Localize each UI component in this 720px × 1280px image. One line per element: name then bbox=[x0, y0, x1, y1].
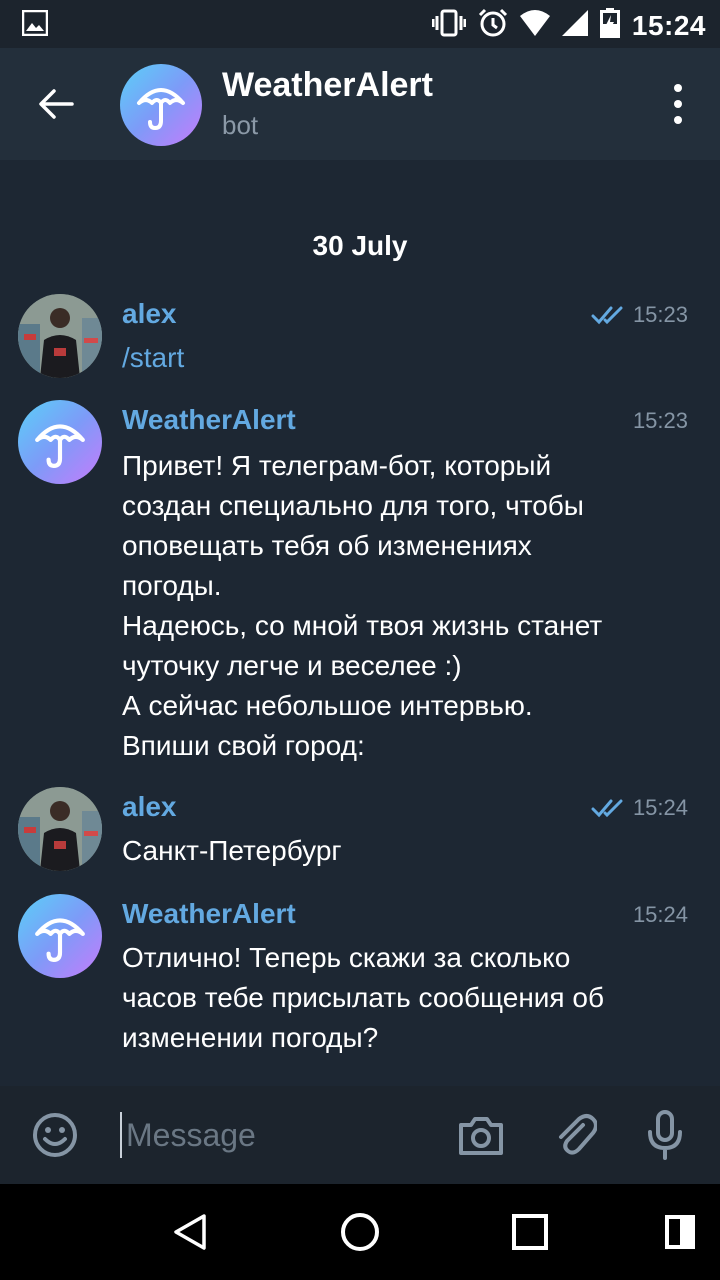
back-triangle-icon[interactable] bbox=[166, 1208, 214, 1256]
vibrate-icon bbox=[431, 9, 467, 42]
bot-avatar[interactable] bbox=[18, 400, 102, 484]
home-circle-icon[interactable] bbox=[336, 1208, 384, 1256]
umbrella-icon bbox=[35, 424, 85, 468]
attach-icon[interactable] bbox=[550, 1110, 600, 1160]
chat-title[interactable]: WeatherAlert bbox=[222, 66, 433, 105]
message-text[interactable]: /start bbox=[122, 338, 682, 378]
bot-avatar[interactable] bbox=[18, 894, 102, 978]
chat-subtitle: bot bbox=[222, 110, 259, 140]
back-arrow-icon bbox=[39, 89, 74, 119]
double-check-icon bbox=[591, 799, 623, 818]
alarm-icon bbox=[478, 8, 508, 43]
status-bar: 15:24 bbox=[0, 0, 720, 48]
umbrella-icon bbox=[137, 88, 185, 131]
camera-icon[interactable] bbox=[456, 1110, 506, 1160]
message-text[interactable]: Санкт-Петербург bbox=[122, 831, 682, 871]
message-text[interactable]: Отлично! Теперь скажи за сколько часов т… bbox=[122, 938, 682, 1058]
message-text[interactable]: Привет! Я телеграм-бот, который создан с… bbox=[122, 446, 682, 766]
message[interactable]: WeatherAlert 15:23 Привет! Я телеграм-бо… bbox=[0, 400, 720, 770]
emoji-icon[interactable] bbox=[30, 1110, 80, 1160]
image-icon bbox=[21, 9, 49, 41]
message[interactable]: alex 15:24 Санкт-Петербург bbox=[0, 787, 720, 877]
more-vert-icon[interactable] bbox=[666, 84, 690, 124]
user-avatar[interactable] bbox=[18, 787, 102, 871]
message-input[interactable] bbox=[120, 1112, 436, 1158]
message-time: 15:23 bbox=[632, 302, 688, 327]
split-icon[interactable] bbox=[656, 1208, 704, 1256]
chat-header: WeatherAlert bot bbox=[0, 48, 720, 160]
battery-icon bbox=[599, 8, 620, 43]
message-time: 15:23 bbox=[632, 408, 688, 433]
umbrella-icon bbox=[35, 918, 85, 962]
message-sender[interactable]: alex bbox=[122, 298, 177, 330]
signal-icon bbox=[561, 10, 588, 41]
back-button[interactable] bbox=[28, 76, 84, 132]
user-avatar[interactable] bbox=[18, 294, 102, 378]
status-time: 15:24 bbox=[631, 9, 706, 41]
message[interactable]: WeatherAlert 15:24 Отлично! Теперь скажи… bbox=[0, 894, 720, 1074]
message-input-bar bbox=[0, 1086, 720, 1184]
message-time: 15:24 bbox=[632, 795, 688, 820]
wifi-icon bbox=[519, 10, 550, 41]
system-nav-bar bbox=[0, 1184, 720, 1280]
recents-square-icon[interactable] bbox=[506, 1208, 554, 1256]
message-time: 15:24 bbox=[632, 902, 688, 927]
message-sender[interactable]: alex bbox=[122, 791, 177, 823]
double-check-icon bbox=[591, 306, 623, 325]
date-separator: 30 July bbox=[312, 230, 408, 261]
bot-avatar[interactable] bbox=[120, 64, 202, 146]
message-sender[interactable]: WeatherAlert bbox=[122, 898, 296, 930]
mic-icon[interactable] bbox=[640, 1110, 690, 1160]
message[interactable]: alex 15:23 /start bbox=[0, 294, 720, 384]
message-sender[interactable]: WeatherAlert bbox=[122, 404, 296, 436]
